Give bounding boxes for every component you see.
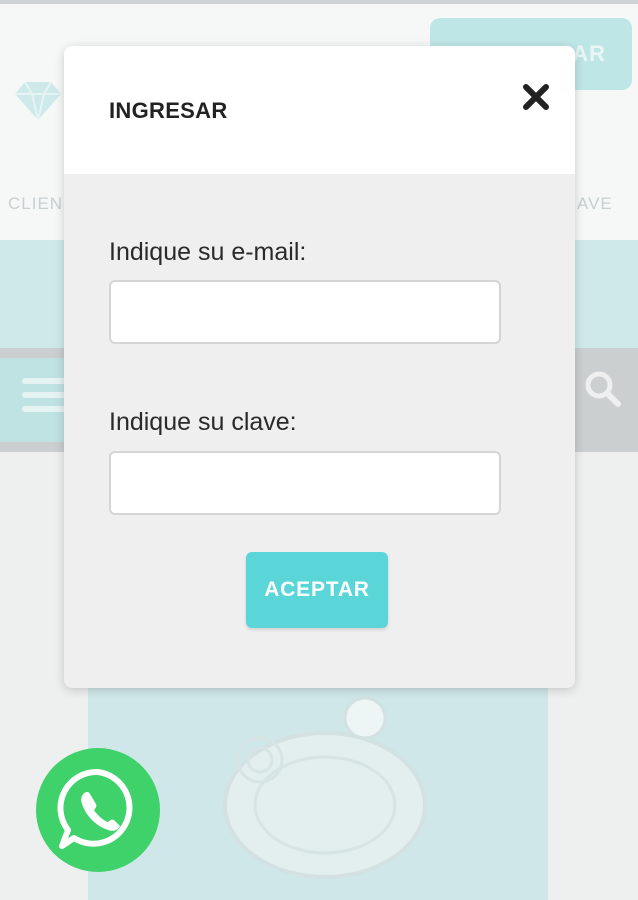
client-label: CLIEN [8,194,64,213]
key-label: AVE [577,194,613,213]
accept-button[interactable]: ACEPTAR [246,552,388,628]
login-modal: INGRESAR Indique su e-mail: Indique su c… [64,46,575,688]
modal-title: INGRESAR [109,98,228,123]
heart-gem-logo-icon [15,81,61,121]
email-field[interactable] [109,280,501,344]
modal-header: INGRESAR [64,46,575,174]
password-field[interactable] [109,451,501,515]
whatsapp-icon [57,768,133,849]
search-icon[interactable] [582,368,622,408]
silver-ring-photo [223,696,427,879]
whatsapp-button[interactable] [36,748,160,872]
password-label: Indique su clave: [109,408,297,436]
header-login-button-label: AR [572,41,606,66]
email-label: Indique su e-mail: [109,238,307,266]
close-icon[interactable] [521,82,551,112]
hamburger-menu-icon[interactable] [22,378,66,416]
